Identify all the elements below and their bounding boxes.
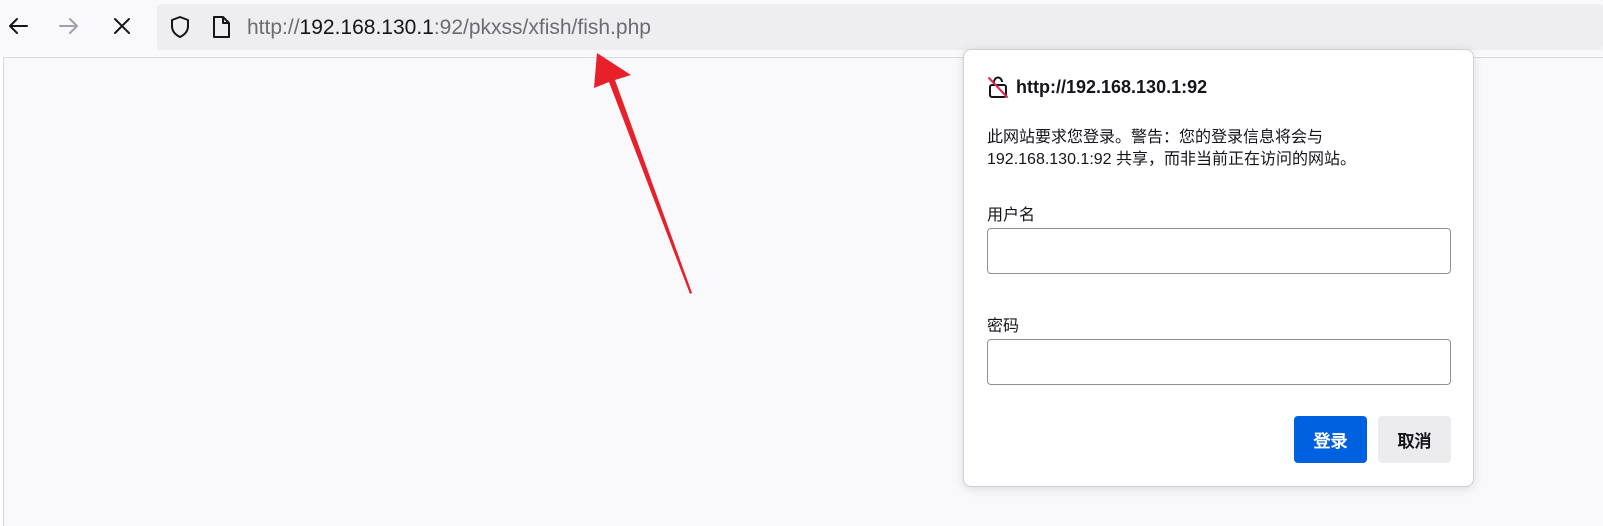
auth-dialog: http://192.168.130.1:92 此网站要求您登录。警告：您的登录…: [963, 49, 1474, 487]
page-icon[interactable]: [211, 16, 231, 38]
url-text[interactable]: http://192.168.130.1:92/pkxss/xfish/fish…: [247, 16, 651, 40]
username-field[interactable]: [987, 228, 1451, 274]
insecure-lock-icon: [988, 76, 1008, 98]
dialog-origin: http://192.168.130.1:92: [987, 75, 1207, 99]
login-button[interactable]: 登录: [1294, 416, 1367, 463]
url-scheme: http://: [247, 16, 300, 39]
back-button[interactable]: [0, 8, 36, 44]
username-label: 用户名: [987, 207, 1036, 224]
forward-button[interactable]: [51, 8, 87, 44]
url-bar[interactable]: http://192.168.130.1:92/pkxss/xfish/fish…: [157, 4, 1603, 50]
browser-toolbar: http://192.168.130.1:92/pkxss/xfish/fish…: [0, 0, 1603, 56]
cancel-button[interactable]: 取消: [1378, 416, 1451, 463]
password-field[interactable]: [987, 339, 1451, 385]
close-icon: [114, 18, 130, 34]
shield-icon[interactable]: [169, 15, 191, 39]
url-path: :92/pkxss/xfish/fish.php: [433, 16, 651, 39]
dialog-message-line1: 此网站要求您登录。警告：您的登录信息将会与: [987, 129, 1324, 146]
arrow-left-icon: [9, 18, 28, 34]
url-host: 192.168.130.1: [299, 16, 434, 39]
arrow-right-icon: [59, 18, 78, 34]
dialog-message: 此网站要求您登录。警告：您的登录信息将会与 192.168.130.1:92 共…: [987, 127, 1457, 171]
stop-button[interactable]: [104, 8, 140, 44]
dialog-message-line2: 192.168.130.1:92 共享，而非当前正在访问的网站。: [987, 151, 1357, 168]
dialog-origin-text: http://192.168.130.1:92: [1016, 76, 1208, 97]
password-label: 密码: [987, 318, 1020, 335]
